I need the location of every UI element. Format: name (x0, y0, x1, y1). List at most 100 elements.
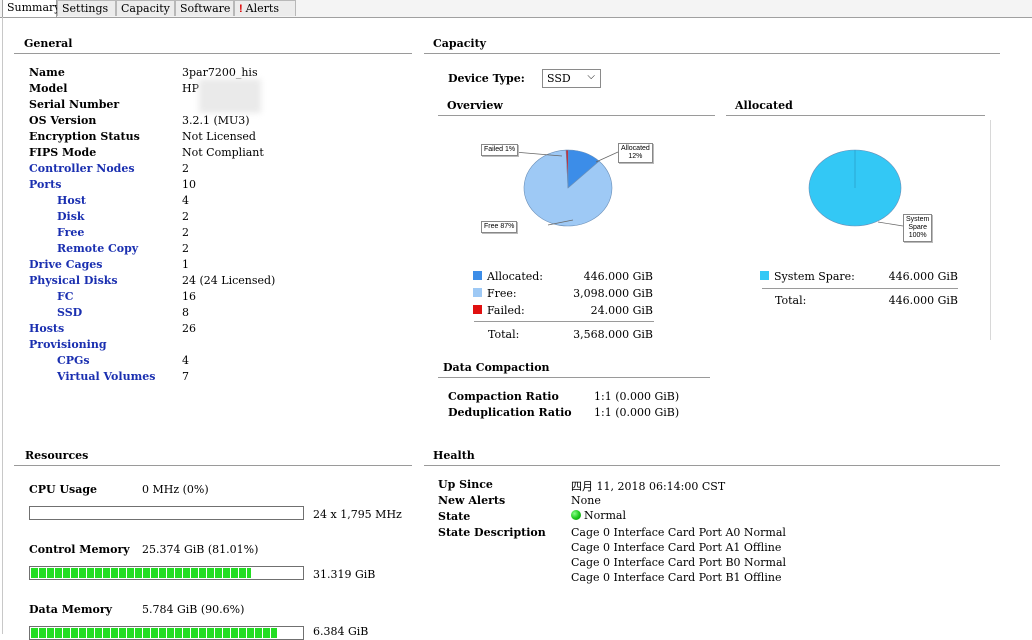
panel-edge (990, 120, 991, 340)
compaction-divider (438, 377, 710, 378)
general-label-drive-cages[interactable]: Drive Cages (29, 258, 103, 271)
general-value-model: HP (182, 82, 199, 95)
general-value-os-version: 3.2.1 (MU3) (182, 114, 250, 127)
callout-free: Free 87% (481, 221, 518, 233)
state-value-wrap: Normal (571, 509, 626, 522)
general-label-remote-copy[interactable]: Remote Copy (57, 242, 138, 255)
state-description-3: Cage 0 Interface Card Port B0 Normal (571, 556, 787, 569)
health-divider (424, 465, 1000, 466)
legend-label: Failed: (487, 304, 525, 317)
legend-swatch (473, 271, 482, 280)
alert-icon: ! (239, 3, 243, 15)
state-description-2: Cage 0 Interface Card Port A1 Offline (571, 541, 782, 554)
legend-value: 24.000 GiB (590, 304, 653, 317)
tab-label: Capacity (121, 2, 170, 15)
cpu-usage-bar (29, 506, 304, 520)
new-alerts-value: None (571, 494, 601, 507)
tab-label: Summary (7, 1, 61, 14)
general-label-serial-number: Serial Number (29, 98, 120, 111)
redacted-area (199, 79, 261, 113)
general-label-fips-mode: FIPS Mode (29, 146, 97, 159)
general-label-provisioning[interactable]: Provisioning (29, 338, 107, 351)
data-memory-label: Data Memory (29, 603, 113, 616)
general-label-ports[interactable]: Ports (29, 178, 61, 191)
general-value-free: 2 (182, 226, 189, 239)
up-since-label: Up Since (438, 478, 493, 491)
general-value-drive-cages: 1 (182, 258, 189, 271)
legend-swatch (473, 305, 482, 314)
overview-total-value: 3,568.000 GiB (573, 328, 653, 341)
callout-failed: Failed 1% (481, 144, 519, 156)
general-label-physical-disks[interactable]: Physical Disks (29, 274, 118, 287)
legend-swatch (473, 288, 482, 297)
resources-divider (14, 465, 412, 466)
general-label-os-version: OS Version (29, 114, 97, 127)
callout-allocated: Allocated 12% (618, 143, 653, 163)
control-memory-fill (31, 568, 251, 578)
data-memory-value: 5.784 GiB (90.6%) (142, 603, 245, 616)
general-label-cpgs[interactable]: CPGs (57, 354, 90, 367)
data-memory-fill (31, 628, 277, 638)
legend-swatch (760, 271, 769, 280)
tab-capacity[interactable]: Capacity (116, 0, 175, 16)
general-label-virtual-volumes[interactable]: Virtual Volumes (57, 370, 155, 383)
general-value-fc: 16 (182, 290, 196, 303)
callout-leader-line (595, 151, 619, 163)
general-value-disk: 2 (182, 210, 189, 223)
legend-label: Free: (487, 287, 517, 300)
device-type-select[interactable]: SSD ⌵ (542, 69, 601, 88)
legend-value: 446.000 GiB (583, 270, 653, 283)
compaction-title: Data Compaction (443, 361, 550, 374)
cpu-capacity: 24 x 1,795 MHz (313, 508, 402, 521)
general-value-cpgs: 4 (182, 354, 189, 367)
tab-settings[interactable]: Settings (57, 0, 116, 16)
tab-software[interactable]: Software (175, 0, 234, 16)
legend-value: 446.000 GiB (888, 270, 958, 283)
general-label-fc[interactable]: FC (57, 290, 74, 303)
compaction-ratio-label: Compaction Ratio (448, 390, 559, 403)
allocated-total-value: 446.000 GiB (888, 294, 958, 307)
tab-summary[interactable]: Summary (2, 0, 61, 17)
control-memory-value: 25.374 GiB (81.01%) (142, 543, 259, 556)
general-label-hosts[interactable]: Hosts (29, 322, 64, 335)
general-label-ssd[interactable]: SSD (57, 306, 82, 319)
compaction-ratio-value: 1:1 (0.000 GiB) (594, 390, 680, 403)
health-title: Health (433, 449, 475, 462)
deduplication-ratio-label: Deduplication Ratio (448, 406, 572, 419)
state-value: Normal (584, 509, 627, 522)
new-alerts-label: New Alerts (438, 494, 506, 507)
tab-alerts[interactable]: ! Alerts (234, 0, 296, 16)
legend-label: Allocated: (487, 270, 543, 283)
overview-total-divider (474, 321, 654, 322)
general-value-hosts: 26 (182, 322, 196, 335)
general-value-fips-mode: Not Compliant (182, 146, 264, 159)
general-label-free[interactable]: Free (57, 226, 84, 239)
tab-bar: Summary Settings Capacity Software ! Aler… (0, 0, 1032, 18)
allocated-total-label: Total: (775, 294, 807, 307)
allocated-title: Allocated (735, 99, 793, 112)
general-label-controller-nodes[interactable]: Controller Nodes (29, 162, 135, 175)
general-value-ports: 10 (182, 178, 196, 191)
general-value-name: 3par7200_his (182, 66, 258, 79)
data-memory-total: 6.384 GiB (313, 625, 369, 638)
general-value-host: 4 (182, 194, 189, 207)
cpu-usage-label: CPU Usage (29, 483, 98, 496)
general-label-host[interactable]: Host (57, 194, 86, 207)
callout-text: System Spare 100% (906, 216, 930, 239)
resources-title: Resources (25, 449, 89, 462)
overview-title: Overview (447, 99, 503, 112)
chevron-down-icon: ⌵ (587, 71, 595, 82)
capacity-title: Capacity (433, 37, 487, 50)
callout-text: Free 87% (484, 223, 515, 230)
overview-divider (438, 115, 715, 116)
control-memory-bar (29, 566, 304, 580)
tab-label: Alerts (245, 2, 279, 15)
state-label: State (438, 510, 471, 523)
general-label-encryption-status: Encryption Status (29, 130, 140, 143)
content-frame (2, 17, 1032, 634)
general-label-disk[interactable]: Disk (57, 210, 85, 223)
general-value-encryption-status: Not Licensed (182, 130, 256, 143)
up-since-value: 四月 11, 2018 06:14:00 CST (571, 480, 726, 493)
control-memory-total: 31.319 GiB (313, 568, 376, 581)
callout-text: Failed 1% (484, 146, 516, 153)
